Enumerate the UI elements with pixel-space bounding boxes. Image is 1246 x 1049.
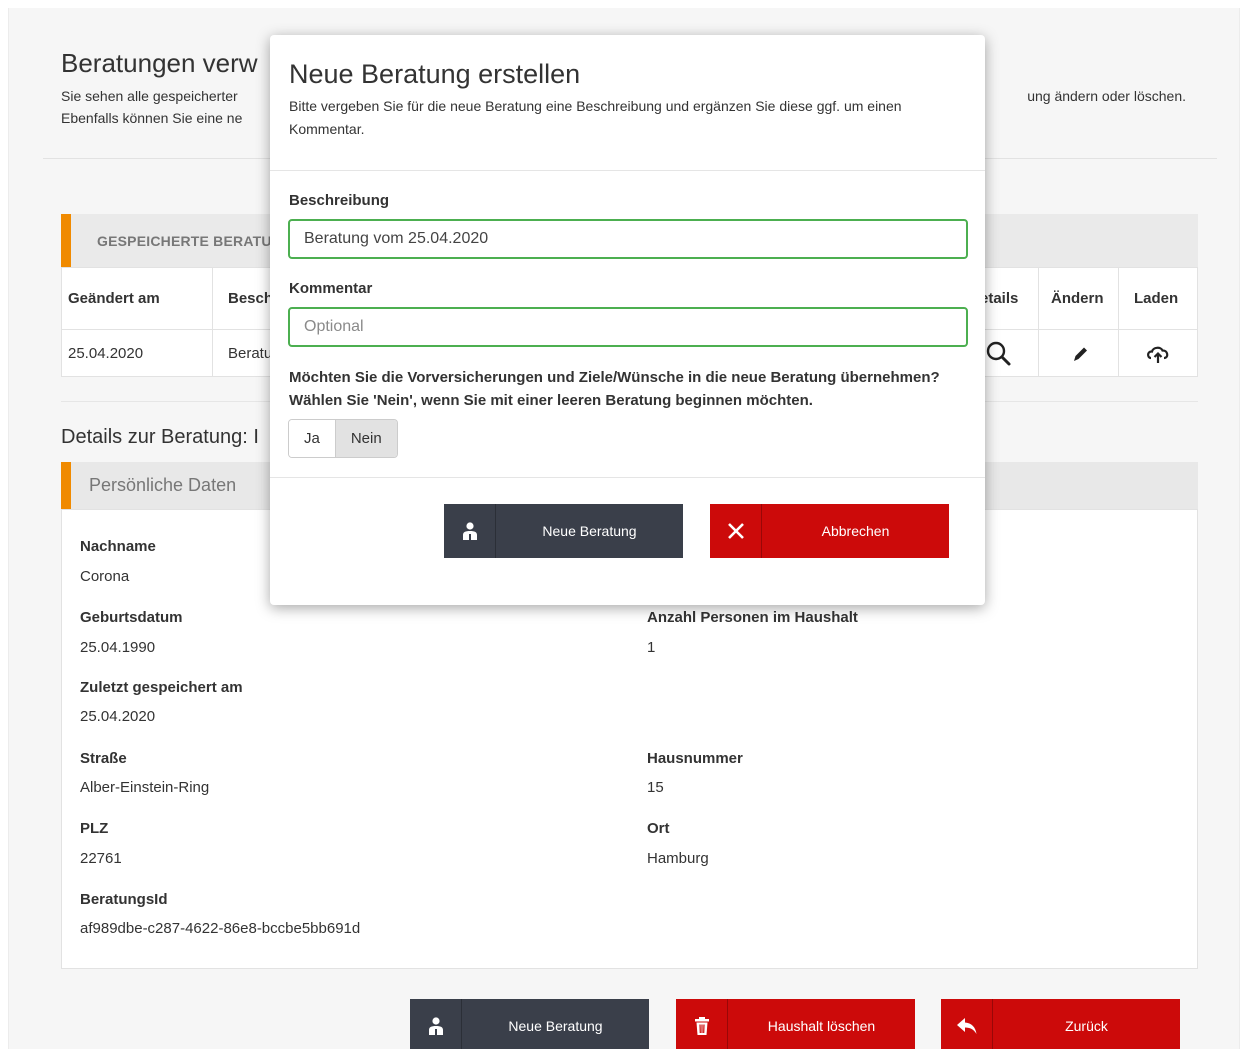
carry-over-question: Möchten Sie die Vorversicherungen und Zi… [289,369,940,409]
column-header-description[interactable]: Besch [228,268,273,329]
table-cell-changed: 25.04.2020 [68,345,144,362]
column-header-load: Laden [1134,290,1179,307]
field-label: BeratungsId [80,891,168,908]
delete-household-label: Haushalt löschen [767,1018,876,1034]
field-value: 22761 [80,850,122,867]
field-label: Hausnummer [647,750,743,767]
cancel-label: Abbrechen [821,523,890,539]
column-divider [1118,268,1119,376]
back-label: Zurück [1065,1018,1108,1034]
dialog-title: Neue Beratung erstellen [289,59,581,89]
field-value: Corona [80,568,130,585]
back-button[interactable]: Zurück [941,999,1180,1049]
saved-consultations-title: GESPEICHERTE BERATU [97,233,272,249]
pencil-icon[interactable] [1065,339,1095,369]
close-icon [710,504,762,558]
option-no[interactable]: Nein [335,420,397,457]
create-consultation-label: Neue Beratung [542,523,637,539]
field-value: 25.04.1990 [80,639,156,656]
column-header-edit: Ändern [1051,290,1104,307]
search-icon[interactable] [984,339,1014,369]
comment-input[interactable] [288,307,968,347]
users-icon [444,504,496,558]
trash-icon [676,999,728,1049]
details-title: Details zur Beratung: I [61,426,259,448]
cloud-upload-icon[interactable] [1143,339,1173,369]
divider [270,477,985,478]
field-label: Geburtsdatum [80,609,183,626]
new-consultation-dialog: Neue Beratung erstellen Bitte vergeben S… [270,35,985,605]
users-icon [410,999,462,1049]
new-consultation-button[interactable]: Neue Beratung [410,999,649,1049]
option-yes[interactable]: Ja [289,420,336,457]
column-divider [1038,268,1039,376]
intro-line1-left: Sie sehen alle gespeicherter [61,88,238,104]
column-header-details: etails [980,290,1019,307]
carry-over-toggle: Ja Nein [288,419,398,458]
field-label: Zuletzt gespeichert am [80,679,243,696]
field-value: 25.04.2020 [80,708,156,725]
description-label: Beschreibung [289,192,390,209]
new-consultation-label: Neue Beratung [508,1018,603,1034]
delete-household-button[interactable]: Haushalt löschen [676,999,915,1049]
field-label: Nachname [80,538,156,555]
field-value: 1 [647,639,656,656]
column-header-changed[interactable]: Geändert am [68,268,160,329]
dialog-intro: Bitte vergeben Sie für die neue Beratung… [289,98,902,137]
field-label: Ort [647,820,670,837]
create-consultation-button[interactable]: Neue Beratung [444,504,683,558]
divider [270,170,985,171]
field-label: PLZ [80,820,109,837]
field-value: Alber-Einstein-Ring [80,779,210,796]
table-cell-description: Beratu [228,345,273,362]
field-label: Anzahl Personen im Haushalt [647,609,858,626]
intro-line1-right: ung ändern oder löschen. [1027,88,1186,104]
cancel-button[interactable]: Abbrechen [710,504,949,558]
column-divider [212,268,213,376]
reply-icon [941,999,993,1049]
field-value: Hamburg [647,850,709,867]
comment-label: Kommentar [289,280,373,297]
field-value: af989dbe-c287-4622-86e8-bccbe5bb691d [80,920,361,937]
description-input[interactable] [288,219,968,259]
field-label: Straße [80,750,127,767]
page-title: Beratungen verw [61,48,258,78]
personal-data-title: Persönliche Daten [89,475,237,495]
field-value: 15 [647,779,664,796]
intro-line2-left: Ebenfalls können Sie eine ne [61,110,243,126]
